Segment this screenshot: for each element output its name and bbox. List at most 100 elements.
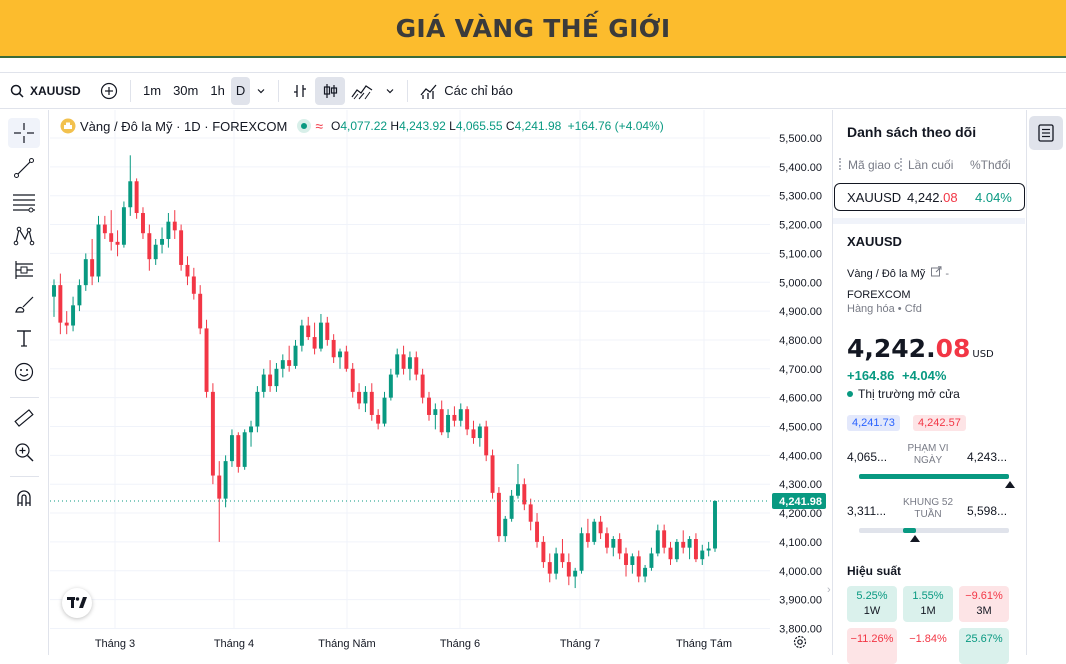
perf-1m[interactable]: 1.55% 1M [903, 586, 953, 622]
candle-body [407, 357, 412, 369]
candle-body [414, 357, 419, 375]
candle-body [128, 181, 133, 208]
candle-body [649, 553, 654, 568]
col-last-header[interactable]: Lần cuối [908, 158, 953, 172]
candle-body [516, 484, 520, 496]
drag-handle[interactable] [839, 158, 841, 170]
candle-body [528, 504, 533, 522]
high-label: H [390, 119, 400, 133]
tv-logo-icon [67, 597, 87, 608]
row-last-price: 4,242.08 [907, 190, 958, 205]
chart-type-dropdown[interactable] [379, 77, 401, 105]
col-symbol-header[interactable]: Mã giao c [848, 158, 900, 172]
symbol-label: XAUUSD [30, 83, 81, 98]
col-change-header[interactable]: %Thđổi [970, 158, 1011, 172]
search-icon [10, 84, 24, 98]
detail-name[interactable]: Vàng / Đô la Mỹ [847, 268, 925, 280]
candle-body [662, 530, 667, 548]
zoom-tool[interactable] [8, 437, 40, 467]
candle-body [376, 414, 381, 424]
perf-1y[interactable]: 25.67% [959, 628, 1009, 664]
candle-body [325, 322, 330, 340]
candle-body [433, 409, 438, 415]
trendline-tool[interactable] [8, 153, 40, 183]
watchlist-row[interactable]: XAUUSD 4,242.08 4.04% [834, 183, 1025, 211]
perf-6m[interactable]: −11.26% [847, 628, 897, 664]
candle-body [179, 230, 184, 265]
symbol-search[interactable]: XAUUSD [4, 77, 92, 105]
candle-body [83, 259, 88, 286]
interval-d-button[interactable]: D [230, 76, 251, 105]
candle-body [604, 533, 609, 548]
candle-body [687, 539, 692, 548]
price-tick-label: 5,000.00 [779, 277, 822, 289]
detail-exchange: FOREXCOM [847, 289, 911, 301]
candle-body [611, 539, 616, 548]
price-chart[interactable]: 5,500.00 5,400.00 5,300.00 5,200.00 5,100.00… [50, 110, 828, 655]
crosshair-tool[interactable] [8, 118, 40, 148]
price-tick-label: 5,400.00 [779, 162, 822, 174]
detail-change-row: +164.86 +4.04% [847, 368, 946, 383]
chart-pane[interactable]: 5,500.00 5,400.00 5,300.00 5,200.00 5,100.00… [50, 110, 828, 655]
forecast-tool[interactable] [8, 255, 40, 285]
perf-3m[interactable]: −9.61% 3M [959, 586, 1009, 622]
candle-body [573, 570, 578, 577]
perf-value: −9.61% [965, 590, 1003, 602]
candle-body [560, 553, 565, 563]
candle-body [477, 426, 482, 439]
brush-icon [15, 296, 34, 313]
market-status: Thị trường mở cửa [847, 387, 960, 401]
panel-collapse-handle[interactable]: › [827, 584, 837, 602]
price-tick-label: 4,600.00 [779, 393, 822, 405]
tradingview-logo[interactable] [62, 588, 92, 618]
pattern-tool[interactable] [8, 221, 40, 251]
candle-body [293, 345, 298, 366]
candle-body [185, 264, 190, 277]
interval-1m-button[interactable]: 1m [137, 77, 167, 105]
compare-symbol-button[interactable] [94, 77, 124, 105]
icon-tool[interactable] [8, 357, 40, 387]
candle-body [420, 374, 425, 398]
candle-body [496, 492, 501, 537]
brush-tool[interactable] [8, 289, 40, 319]
chevron-down-icon [257, 88, 265, 93]
candle-body [452, 414, 457, 421]
day-range-label: PHẠM VI NGÀY [907, 443, 949, 466]
legend-symbol-name[interactable]: Vàng / Đô la Mỹ · 1D · FOREXCOM [80, 119, 287, 134]
watchlist-toggle-button[interactable] [1029, 116, 1063, 150]
price-tick-label: 4,900.00 [779, 306, 822, 318]
detail-symbol[interactable]: XAUUSD [847, 234, 902, 249]
candle-body [490, 455, 495, 493]
indicators-button[interactable]: Các chỉ báo [414, 77, 519, 105]
interval-30m-button[interactable]: 30m [167, 77, 204, 105]
perf-period: 1M [920, 605, 936, 617]
detail-type: Hàng hóa [847, 303, 895, 315]
candles-style-button[interactable] [315, 76, 346, 105]
change-value: +164.76 (+4.04%) [567, 119, 664, 133]
interval-1h-button[interactable]: 1h [204, 77, 230, 105]
candle-body [693, 539, 698, 560]
watchlist-title[interactable]: Danh sách theo dõi [847, 124, 976, 140]
perf-value: 1.55% [912, 590, 944, 602]
perf-ytd[interactable]: −1.84% [903, 628, 953, 664]
external-link-icon[interactable] [931, 266, 942, 277]
candle-body [102, 224, 107, 234]
fib-tool[interactable] [8, 187, 40, 217]
candle-body [198, 293, 203, 329]
ruler-icon [14, 409, 34, 427]
chart-settings-button[interactable] [792, 634, 810, 652]
time-tick-label: Tháng Tám [676, 638, 732, 650]
price-tick-label: 4,200.00 [779, 508, 822, 520]
candle-body [630, 556, 635, 565]
magnet-tool[interactable] [8, 483, 40, 513]
bar-style-button[interactable] [285, 77, 315, 105]
perf-1w[interactable]: 5.25% 1W [847, 586, 897, 622]
text-tool[interactable] [8, 323, 40, 353]
candle-body [566, 562, 571, 577]
interval-dropdown[interactable] [250, 77, 272, 105]
magnet-icon [17, 490, 31, 506]
candle-body [229, 435, 234, 462]
measure-tool[interactable] [8, 403, 40, 433]
area-style-button[interactable] [345, 77, 379, 105]
candle-body [191, 276, 196, 294]
